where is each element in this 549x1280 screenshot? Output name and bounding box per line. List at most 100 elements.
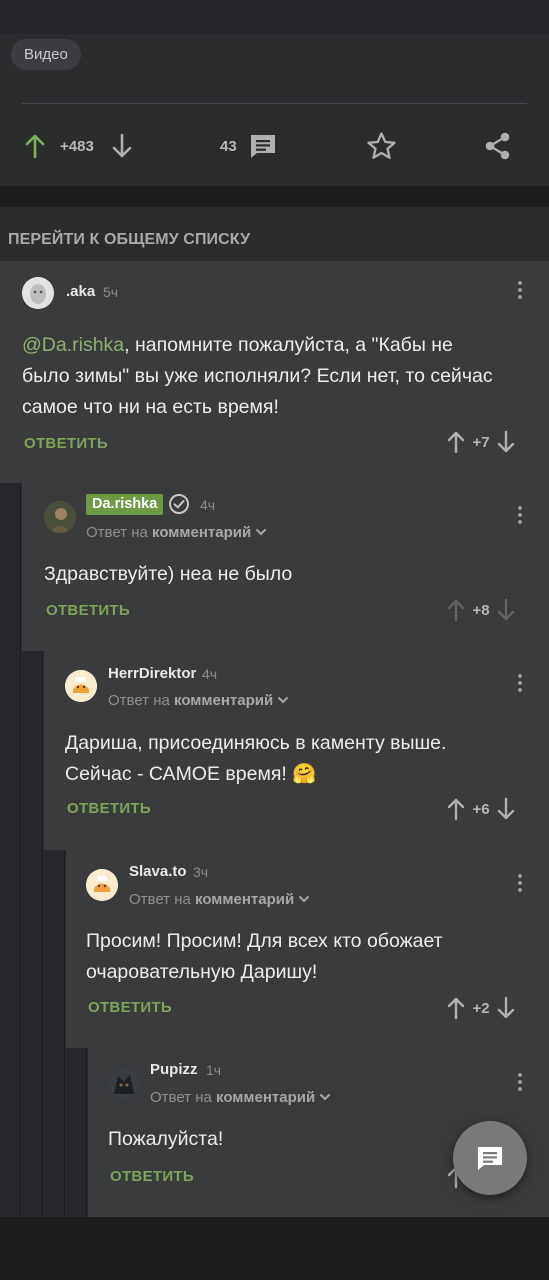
comment-item: Da.rishka 4ч Ответ на комментарий Здравс… bbox=[22, 483, 549, 651]
post-header-strip bbox=[0, 0, 549, 34]
divider bbox=[22, 103, 527, 104]
comment-text: Здравствуйте) неа не было bbox=[44, 563, 293, 585]
section-gap bbox=[0, 186, 549, 207]
avatar-cookie-icon bbox=[86, 869, 118, 901]
arrow-up-icon[interactable] bbox=[446, 996, 466, 1020]
reply-prefix: Ответ на bbox=[86, 524, 148, 541]
comment-icon bbox=[250, 135, 275, 158]
reply-button[interactable]: ОТВЕТИТЬ bbox=[88, 999, 172, 1016]
reply-prefix: Ответ на bbox=[129, 891, 191, 908]
arrow-down-icon bbox=[112, 133, 132, 158]
chevron-down-icon bbox=[320, 1093, 331, 1101]
reply-target: комментарий bbox=[195, 891, 295, 908]
comment-text: Пожалуйста! bbox=[108, 1128, 224, 1150]
avatar[interactable] bbox=[108, 1068, 140, 1100]
reply-prefix: Ответ на bbox=[150, 1089, 212, 1106]
more-icon[interactable] bbox=[517, 281, 523, 301]
reply-target: комментарий bbox=[216, 1089, 316, 1106]
share-icon bbox=[485, 132, 510, 160]
post-rating-value: +483 bbox=[60, 137, 94, 155]
avatar[interactable] bbox=[44, 501, 76, 533]
bottom-bar bbox=[0, 1217, 549, 1280]
chat-icon bbox=[478, 1147, 502, 1170]
reply-prefix: Ответ на bbox=[108, 692, 170, 709]
avatar-face-icon bbox=[22, 277, 54, 309]
verified-icon bbox=[169, 494, 189, 514]
comment-vote: +8 bbox=[446, 597, 516, 623]
chevron-down-icon bbox=[299, 895, 310, 903]
reply-target: комментарий bbox=[174, 692, 274, 709]
tag-chip[interactable]: Видео bbox=[11, 39, 81, 70]
comment-time: 3ч bbox=[193, 864, 209, 880]
reply-button[interactable]: ОТВЕТИТЬ bbox=[24, 435, 108, 452]
reply-button[interactable]: ОТВЕТИТЬ bbox=[110, 1168, 194, 1185]
comment-username[interactable]: .aka bbox=[66, 283, 95, 300]
comment-item: HerrDirektor 4ч Ответ на комментарий Дар… bbox=[44, 651, 549, 850]
comment-item: .aka 5ч @Da.rishka, напомните пожалуйста… bbox=[0, 261, 549, 483]
thread-line[interactable] bbox=[0, 483, 21, 1217]
author-badge[interactable]: Da.rishka bbox=[86, 494, 164, 515]
comment-time: 4ч bbox=[200, 497, 216, 513]
arrow-down-icon[interactable] bbox=[496, 797, 516, 821]
mention-link[interactable]: @Da.rishka bbox=[22, 334, 124, 356]
comment-time: 4ч bbox=[202, 666, 218, 682]
avatar-creature-icon bbox=[108, 1068, 140, 1100]
comment-score: +6 bbox=[472, 800, 490, 818]
goto-list-link[interactable]: ПЕРЕЙТИ К ОБЩЕМУ СПИСКУ bbox=[8, 231, 250, 249]
upvote-button[interactable] bbox=[24, 124, 46, 168]
comments-count-value: 43 bbox=[220, 137, 237, 155]
downvote-button[interactable] bbox=[111, 124, 133, 168]
arrow-up-icon bbox=[25, 134, 45, 159]
post-actions: +483 43 bbox=[0, 124, 549, 168]
avatar-cookie-icon bbox=[65, 670, 97, 702]
post-card: Видео +483 43 bbox=[0, 0, 549, 186]
comment-username[interactable]: Slava.to bbox=[129, 863, 187, 880]
avatar-photo-icon bbox=[44, 501, 76, 533]
chevron-down-icon bbox=[278, 696, 289, 704]
thread-line[interactable] bbox=[66, 1048, 87, 1217]
arrow-up-icon[interactable] bbox=[446, 797, 466, 821]
more-icon[interactable] bbox=[517, 506, 523, 526]
comment-text: Просим! Просим! Для всех кто обожает оча… bbox=[86, 930, 443, 983]
comment-username[interactable]: Pupizz bbox=[150, 1061, 198, 1078]
comment-text: @Da.rishka, напомните пожалуйста, а "Каб… bbox=[22, 330, 502, 423]
more-icon[interactable] bbox=[517, 674, 523, 694]
post-rating: +483 bbox=[60, 124, 94, 168]
arrow-down-icon[interactable] bbox=[496, 430, 516, 454]
reply-button[interactable]: ОТВЕТИТЬ bbox=[67, 800, 151, 817]
arrow-up-icon[interactable] bbox=[446, 430, 466, 454]
avatar[interactable] bbox=[86, 869, 118, 901]
thread-line[interactable] bbox=[44, 850, 65, 1217]
more-icon[interactable] bbox=[517, 1073, 523, 1093]
reply-target: комментарий bbox=[152, 524, 252, 541]
comment-score: +7 bbox=[472, 433, 490, 451]
comment-vote: +2 bbox=[446, 995, 516, 1021]
reply-to[interactable]: Ответ на комментарий bbox=[150, 1089, 331, 1106]
comment-time: 5ч bbox=[103, 284, 119, 300]
reply-to[interactable]: Ответ на комментарий bbox=[86, 524, 267, 541]
comment-text: Дариша, присоединяюсь в каменту выше. Се… bbox=[65, 732, 447, 785]
avatar[interactable] bbox=[22, 277, 54, 309]
save-button[interactable] bbox=[366, 124, 397, 168]
arrow-down-icon[interactable] bbox=[496, 996, 516, 1020]
arrow-down-icon[interactable] bbox=[496, 598, 516, 622]
comment-score: +2 bbox=[472, 999, 490, 1017]
comment-vote: +7 bbox=[446, 429, 516, 455]
comment-score: +8 bbox=[472, 601, 490, 619]
comment-username[interactable]: HerrDirektor bbox=[108, 665, 196, 682]
thread-line[interactable] bbox=[22, 651, 43, 1217]
comment-item: Slava.to 3ч Ответ на комментарий Просим!… bbox=[66, 850, 549, 1048]
more-icon[interactable] bbox=[517, 874, 523, 894]
reply-button[interactable]: ОТВЕТИТЬ bbox=[46, 602, 130, 619]
chevron-down-icon bbox=[256, 528, 267, 536]
reply-to[interactable]: Ответ на комментарий bbox=[108, 692, 289, 709]
reply-to[interactable]: Ответ на комментарий bbox=[129, 891, 310, 908]
arrow-up-icon[interactable] bbox=[446, 598, 466, 622]
avatar[interactable] bbox=[65, 670, 97, 702]
comment-time: 1ч bbox=[206, 1062, 222, 1078]
new-comment-fab[interactable] bbox=[453, 1121, 527, 1195]
comment-vote: +6 bbox=[446, 796, 516, 822]
comments-count[interactable]: 43 bbox=[220, 124, 278, 168]
share-button[interactable] bbox=[484, 124, 512, 168]
star-icon bbox=[367, 132, 396, 159]
